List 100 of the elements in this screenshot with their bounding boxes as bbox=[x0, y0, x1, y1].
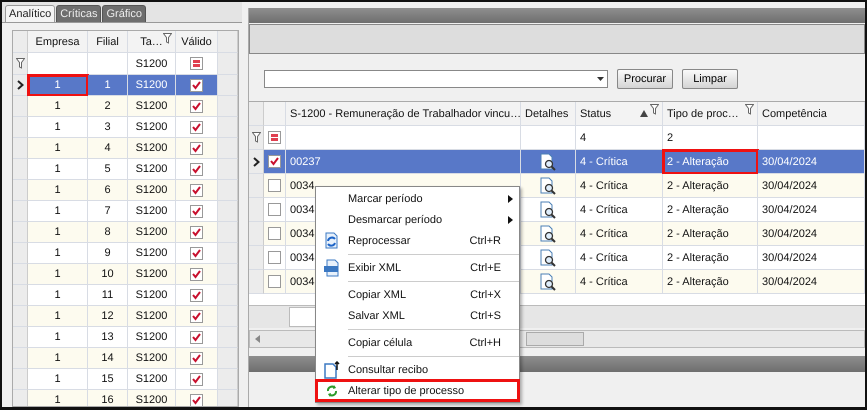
dropdown-icon[interactable] bbox=[597, 77, 604, 81]
table-cell bbox=[88, 53, 128, 75]
column-header[interactable]: Detalhes bbox=[521, 102, 576, 126]
magnify-document-icon[interactable] bbox=[539, 224, 557, 242]
column-header[interactable]: Filial bbox=[88, 31, 128, 53]
menu-item[interactable]: Salvar XML Ctrl+S bbox=[316, 305, 519, 326]
table-cell: 1 bbox=[28, 348, 88, 369]
scroll-left-icon[interactable] bbox=[254, 335, 260, 343]
xml-document-icon bbox=[323, 258, 341, 276]
table-cell: S1200 bbox=[128, 369, 176, 390]
filter-icon[interactable] bbox=[163, 33, 172, 44]
table-cell: 4 - Crítica bbox=[576, 174, 663, 198]
table-cell: 30/04/2024 bbox=[758, 246, 865, 270]
checkbox[interactable] bbox=[190, 226, 203, 238]
table-cell: S1200 bbox=[128, 138, 176, 159]
checkbox[interactable] bbox=[190, 288, 203, 302]
table-cell: 2 - Alteração bbox=[663, 222, 758, 246]
table-cell: 13 bbox=[88, 327, 128, 348]
checkbox[interactable] bbox=[268, 203, 281, 216]
filter-icon[interactable] bbox=[650, 104, 659, 115]
table-cell: 30/04/2024 bbox=[758, 174, 865, 198]
document-arrow-icon bbox=[323, 360, 341, 378]
filter-cell[interactable]: 2 bbox=[663, 126, 758, 150]
filter-icon[interactable] bbox=[745, 104, 754, 115]
tab[interactable]: Críticas bbox=[56, 5, 102, 22]
table-cell: 4 - Crítica bbox=[576, 198, 663, 222]
scrollbar-thumb[interactable] bbox=[526, 332, 584, 346]
table-cell: S1200 bbox=[128, 306, 176, 327]
table-cell: 7 bbox=[88, 201, 128, 222]
table-cell: S1200 bbox=[128, 327, 176, 348]
column-header[interactable]: Status bbox=[576, 102, 663, 126]
table-cell: 10 bbox=[88, 264, 128, 285]
row-indicator[interactable] bbox=[249, 150, 264, 174]
checkbox[interactable] bbox=[190, 78, 203, 92]
search-button[interactable]: Procurar bbox=[617, 69, 673, 89]
checkbox[interactable] bbox=[190, 394, 203, 406]
table-cell: 9 bbox=[88, 243, 128, 264]
table-cell: S1200 bbox=[128, 285, 176, 306]
table-cell: 1 bbox=[28, 222, 88, 243]
table-cell: S1200 bbox=[128, 159, 176, 180]
checkbox[interactable] bbox=[190, 268, 203, 280]
table-cell: 2 - Alteração bbox=[663, 198, 758, 222]
table-cell: 30/04/2024 bbox=[758, 198, 865, 222]
magnify-document-icon[interactable] bbox=[539, 248, 557, 266]
checkbox[interactable] bbox=[190, 120, 203, 134]
table-cell: 8 bbox=[88, 222, 128, 243]
checkbox[interactable] bbox=[190, 246, 203, 260]
row-indicator[interactable] bbox=[13, 75, 28, 96]
table-cell: 1 bbox=[28, 306, 88, 327]
column-header[interactable]: Tipo de proc… bbox=[663, 102, 758, 126]
checkbox[interactable] bbox=[268, 275, 281, 288]
checkbox[interactable] bbox=[190, 184, 203, 196]
table-cell: S1200 bbox=[128, 243, 176, 264]
column-header[interactable]: Válido bbox=[176, 31, 218, 53]
magnify-document-icon[interactable] bbox=[539, 176, 557, 194]
table-cell: S1200 bbox=[128, 264, 176, 285]
checkbox[interactable] bbox=[268, 179, 281, 192]
checkbox[interactable] bbox=[190, 352, 203, 364]
column-header[interactable]: Ta… bbox=[128, 31, 176, 53]
filter-row-icon[interactable] bbox=[16, 58, 24, 69]
tab[interactable]: Gráfico bbox=[102, 5, 146, 22]
filter-cell[interactable]: S1200 bbox=[128, 53, 176, 75]
column-header[interactable]: S-1200 - Remuneração de Trabalhador vincu… bbox=[286, 102, 521, 126]
filter-cell[interactable]: 4 bbox=[576, 126, 663, 150]
checkbox[interactable] bbox=[190, 204, 203, 218]
table-cell bbox=[28, 53, 88, 75]
checkbox[interactable] bbox=[268, 155, 281, 168]
tab[interactable]: Analítico bbox=[5, 5, 56, 22]
uncheck-all-icon[interactable] bbox=[190, 57, 203, 70]
filter-row-icon[interactable] bbox=[252, 132, 260, 143]
table-cell: 4 bbox=[88, 138, 128, 159]
menu-item[interactable]: Copiar célula Ctrl+H bbox=[316, 332, 519, 353]
table-cell: 1 bbox=[28, 327, 88, 348]
table-cell: 4 - Crítica bbox=[576, 150, 663, 174]
uncheck-all-icon[interactable] bbox=[268, 131, 281, 144]
search-button[interactable]: Limpar bbox=[682, 69, 738, 89]
column-header[interactable]: Competência bbox=[758, 102, 865, 126]
checkbox[interactable] bbox=[190, 100, 203, 112]
table-cell: 1 bbox=[28, 201, 88, 222]
table-cell: 1 bbox=[28, 159, 88, 180]
cycle-arrows-icon bbox=[325, 384, 339, 398]
table-cell: 15 bbox=[88, 369, 128, 390]
checkbox[interactable] bbox=[190, 162, 203, 176]
checkbox[interactable] bbox=[268, 227, 281, 240]
checkbox[interactable] bbox=[190, 310, 203, 322]
checkbox[interactable] bbox=[268, 251, 281, 264]
menu-item[interactable]: Consultar recibo bbox=[316, 359, 519, 380]
table-cell: 2 bbox=[88, 96, 128, 117]
checkbox[interactable] bbox=[190, 330, 203, 344]
checkbox[interactable] bbox=[190, 142, 203, 154]
magnify-document-icon[interactable] bbox=[539, 152, 557, 170]
table-cell: 1 bbox=[28, 96, 88, 117]
table-cell: 1 bbox=[28, 75, 88, 96]
checkbox[interactable] bbox=[190, 372, 203, 386]
magnify-document-icon[interactable] bbox=[539, 200, 557, 218]
column-header[interactable]: Empresa bbox=[28, 31, 88, 53]
magnify-document-icon[interactable] bbox=[539, 272, 557, 290]
table-cell: 1 bbox=[28, 285, 88, 306]
menu-item[interactable]: Alterar tipo de processo bbox=[316, 380, 519, 401]
table-cell: S1200 bbox=[128, 201, 176, 222]
